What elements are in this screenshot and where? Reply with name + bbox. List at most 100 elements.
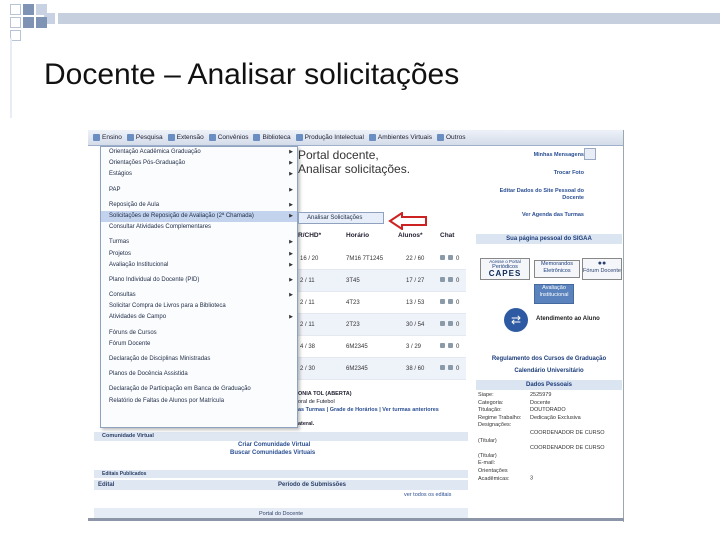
more-icon <box>436 134 444 141</box>
menu-item[interactable]: Declaração de Participação em Banca de G… <box>101 384 297 395</box>
avatar <box>584 148 596 160</box>
nav-ambientes[interactable]: Ambientes Virtuais <box>368 134 432 141</box>
menu-item[interactable]: Plano Individual do Docente (PID) ▶ <box>101 275 297 286</box>
menu-item-label: Planos de Docência Assistida <box>109 371 188 378</box>
menu-item[interactable]: Orientações Pós-Graduação ▶ <box>101 158 297 169</box>
table-cell: 6M2345 <box>346 366 368 372</box>
submenu-arrow-icon: ▶ <box>289 186 293 193</box>
chat-cell[interactable]: 0 <box>440 358 464 380</box>
menu-item[interactable]: Fórum Docente <box>101 339 297 350</box>
table-cell: 3 / 29 <box>406 344 422 350</box>
pagina-pessoal-header[interactable]: Sua página pessoal do SIGAA <box>476 234 622 244</box>
swap-arrows-icon: ⇄ <box>504 308 528 332</box>
criar-comunidade-link[interactable]: Criar Comunidade Virtual <box>238 442 310 448</box>
chat-count: 0 <box>456 300 460 306</box>
extension-icon <box>167 134 175 141</box>
menu-item[interactable]: Fóruns de Cursos <box>101 328 297 339</box>
chat-icon <box>440 255 445 260</box>
table-cell: 4T23 <box>346 300 360 306</box>
agenda-turmas-link[interactable]: Ver Agenda das Turmas <box>522 212 584 218</box>
trocar-foto-link[interactable]: Trocar Foto <box>554 170 584 176</box>
regulamento-link[interactable]: Regulamento dos Cursos de Graduação <box>476 354 622 364</box>
nav-producao[interactable]: Produção Intelectual <box>295 134 364 141</box>
deco-square <box>23 17 34 28</box>
menu-item[interactable]: Relatório de Faltas de Alunos por Matríc… <box>101 396 297 407</box>
turmas-links[interactable]: as Turmas | Grade de Horários | Ver turm… <box>298 406 474 414</box>
table-cell: 38 / 60 <box>406 366 425 372</box>
dados-row: Designações: <box>478 422 622 430</box>
dados-value: DOUTORADO <box>530 407 566 414</box>
nav-biblioteca[interactable]: Biblioteca <box>253 134 291 141</box>
dados-key: Orientações Acadêmicas: <box>478 467 510 482</box>
atendimento-label: Atendimento ao Aluno <box>536 316 600 322</box>
table-cell: 2 / 30 <box>300 366 316 372</box>
nav-outros[interactable]: Outros <box>436 134 466 141</box>
submenu-arrow-icon: ▶ <box>289 171 293 178</box>
periodo-col: Período de Submissões <box>278 482 347 488</box>
menu-item[interactable]: Reposição de Aula ▶ <box>101 200 297 211</box>
menu-item-label: Solicitar Compra de Livros para a Biblio… <box>109 303 226 310</box>
capes-logo[interactable]: Acesse o Portal Periódicos CAPES <box>480 258 530 280</box>
table-row: 2 / 11 4T23 13 / 53 0 <box>298 292 466 314</box>
menu-item[interactable]: Avaliação Institucional ▶ <box>101 260 297 271</box>
buscar-comunidades-link[interactable]: Buscar Comunidades Virtuais <box>230 450 315 456</box>
menu-item[interactable]: PAP ▶ <box>101 185 297 196</box>
minhas-mensagens-link[interactable]: Minhas Mensagens <box>534 152 584 158</box>
avaliacao-institucional-logo[interactable]: Avaliação Institucional <box>534 284 574 304</box>
dados-key: E-mail: <box>478 460 496 467</box>
turmas-footer: ONIA TOL (ABERTA) oral de Futebol as Tur… <box>298 390 474 428</box>
nav-extensao[interactable]: Extensão <box>167 134 204 141</box>
menu-item-label: Solicitações de Reposição de Avaliação (… <box>109 212 254 219</box>
menu-item[interactable]: Solicitações de Reposição de Avaliação (… <box>101 210 297 223</box>
menu-item[interactable]: Consultar Atividades Complementares <box>101 222 297 233</box>
menu-item[interactable]: Turmas ▶ <box>101 237 297 248</box>
menu-item-label: Declaração de Disciplinas Ministradas <box>109 356 211 362</box>
calendario-link[interactable]: Calendário Universitário <box>476 366 622 376</box>
table-cell: 2 / 11 <box>300 300 315 306</box>
menu-item[interactable]: Consultas ▶ <box>101 290 297 301</box>
dados-key: Regime Trabalho: <box>478 414 522 421</box>
menu-item[interactable]: Orientação Acadêmica Graduação ▶ <box>101 147 297 158</box>
table-cell: 2 / 11 <box>300 322 315 328</box>
menu-item[interactable]: Solicitar Compra de Livros para a Biblio… <box>101 301 297 312</box>
menu-item[interactable]: Planos de Docência Assistida <box>101 369 297 380</box>
header-band <box>58 13 720 24</box>
edital-col: Edital <box>98 482 115 488</box>
forum-docente-logo[interactable]: ●● Fórum Docente <box>582 258 622 280</box>
atendimento-aluno[interactable]: ⇄ Atendimento ao Aluno <box>504 308 614 332</box>
chat-cell[interactable]: 0 <box>440 314 464 336</box>
chat-cell[interactable]: 0 <box>440 248 464 270</box>
nav-pesquisa[interactable]: Pesquisa <box>126 134 163 141</box>
menu-item[interactable]: Declaração de Disciplinas Ministradas <box>101 354 297 365</box>
analisar-solicitacoes-item[interactable]: Analisar Solicitações <box>298 212 384 224</box>
menu-item[interactable]: Atividades de Campo ▶ <box>101 312 297 323</box>
dados-key: Siape: <box>478 392 494 398</box>
submenu-arrow-icon: ▶ <box>289 239 293 246</box>
chat-cell[interactable]: 0 <box>440 336 464 358</box>
chat-cell[interactable]: 0 <box>440 270 464 292</box>
turma-name: oral de Futebol <box>298 399 335 405</box>
dados-value: Docente <box>530 399 551 406</box>
submenu-arrow-icon: ▶ <box>289 201 293 208</box>
dados-row: Titulação: DOUTORADO <box>478 407 622 415</box>
menu-item[interactable]: Estágios ▶ <box>101 169 297 180</box>
submenu-arrow-icon: ▶ <box>289 314 293 321</box>
screenshot-shadow <box>88 518 624 521</box>
chat-cell[interactable]: 0 <box>440 292 464 314</box>
nav-ensino[interactable]: Ensino <box>93 134 122 141</box>
menu-item-label: Fórum Docente <box>109 340 151 347</box>
menu-item-label: Orientações Pós-Graduação <box>109 160 186 167</box>
editar-dados-link[interactable]: Editar Dados do Site Pessoal do Docente <box>480 188 584 202</box>
dados-row: Categoria: Docente <box>478 400 622 408</box>
menu-item-label: Consultar Atividades Complementares <box>109 224 212 231</box>
table-row: 4 / 38 6M2345 3 / 29 0 <box>298 336 466 358</box>
menu-item-label: Turmas <box>109 239 130 246</box>
menu-item-label: Plano Individual do Docente (PID) <box>109 276 200 283</box>
nav-convenios[interactable]: Convênios <box>208 134 248 141</box>
ver-todos-editais-link[interactable]: ver todos os editais <box>404 492 451 498</box>
menu-item[interactable]: Projetos ▶ <box>101 249 297 260</box>
memorandos-logo[interactable]: Memorandos Eletrônicos <box>534 260 580 278</box>
table-row: 2 / 11 3T45 17 / 27 0 <box>298 270 466 292</box>
turmas-note: ateral. <box>298 421 315 427</box>
chat-icon <box>440 277 445 282</box>
